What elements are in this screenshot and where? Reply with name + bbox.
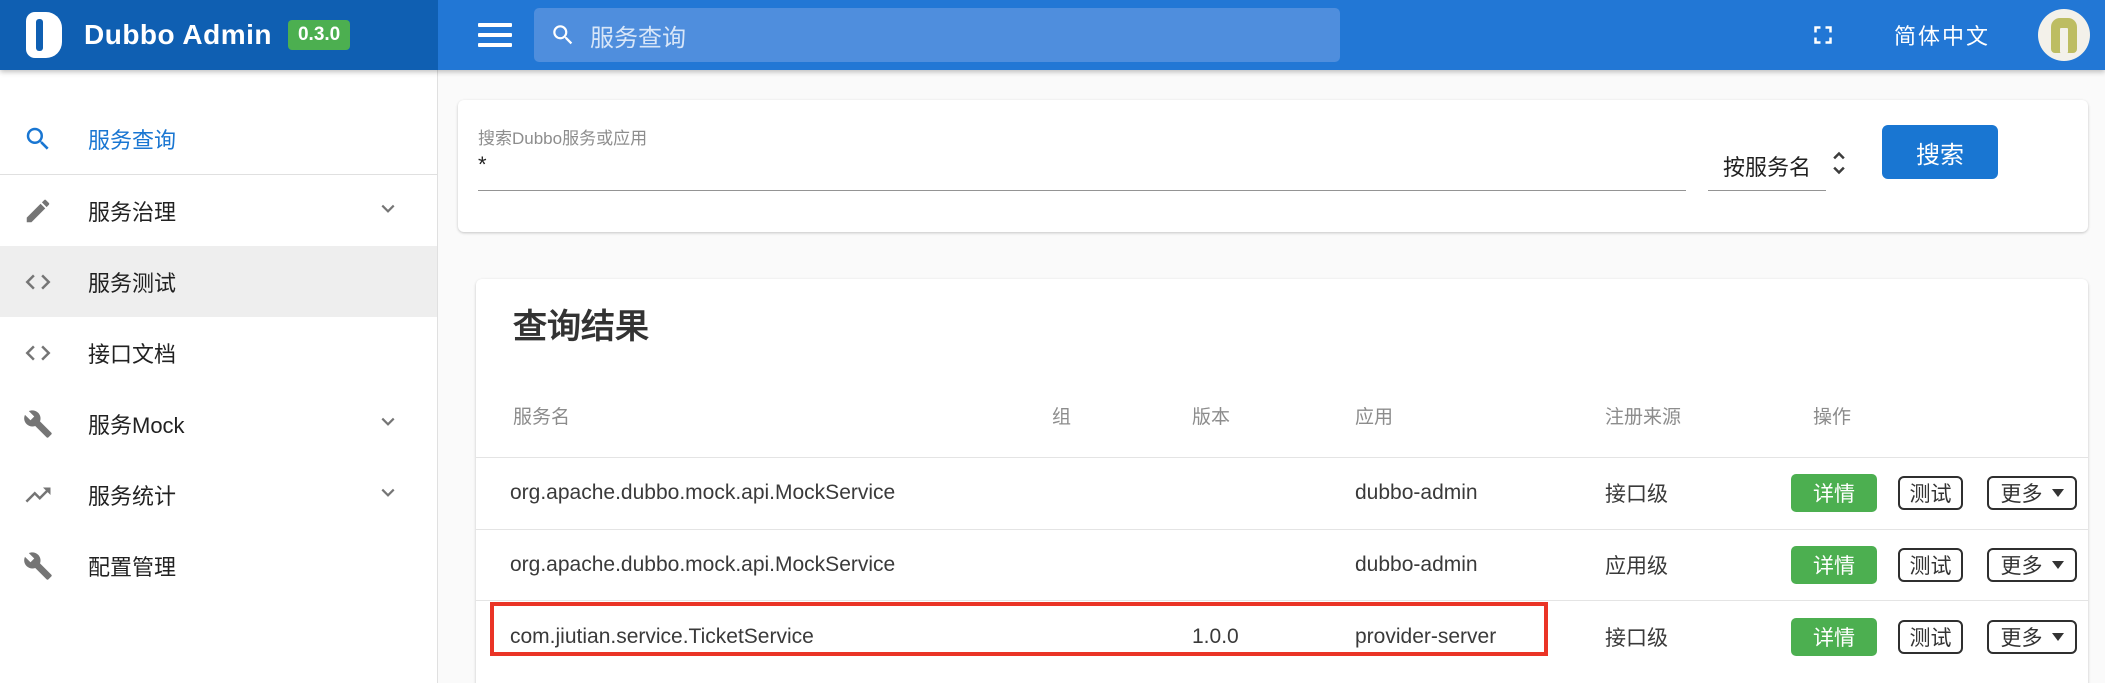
- search-input[interactable]: *: [478, 152, 487, 178]
- sidebar-item-label: 接口文档: [88, 337, 176, 369]
- search-field-label: 搜索Dubbo服务或应用: [478, 124, 647, 149]
- table-row: org.apache.dubbo.mock.api.MockService du…: [476, 529, 2088, 601]
- test-button[interactable]: 测试: [1898, 476, 1963, 510]
- table-row-highlighted: com.jiutian.service.TicketService 1.0.0 …: [476, 600, 2088, 672]
- dubbo-logo-icon: [26, 12, 62, 58]
- code-icon: [21, 265, 55, 299]
- column-header-actions: 操作: [1789, 402, 2088, 457]
- application-cell: provider-server: [1355, 625, 1605, 649]
- sidebar-item-api-docs[interactable]: 接口文档: [0, 317, 437, 388]
- results-title: 查询结果: [476, 279, 2088, 350]
- sidebar-item-label: 服务查询: [88, 123, 176, 155]
- main-content: 搜索Dubbo服务或应用 * 按服务名 搜索 查询结果 服务名 组 版本 应用 …: [438, 70, 2105, 683]
- chevron-down-icon: [375, 195, 401, 226]
- actions-cell: 详情 测试 更多: [1789, 546, 2088, 584]
- avatar[interactable]: [2038, 9, 2090, 61]
- wrench-icon: [21, 407, 55, 441]
- registry-source-cell: 接口级: [1605, 478, 1789, 508]
- search-icon: [21, 122, 55, 156]
- app-title: Dubbo Admin: [84, 19, 272, 51]
- caret-down-icon: [2052, 489, 2064, 497]
- sidebar-item-service-mock[interactable]: 服务Mock: [0, 388, 437, 459]
- detail-button[interactable]: 详情: [1791, 474, 1877, 512]
- sidebar-item-service-metrics[interactable]: 服务统计: [0, 459, 437, 530]
- actions-cell: 详情 测试 更多: [1789, 618, 2088, 656]
- test-button[interactable]: 测试: [1898, 548, 1963, 582]
- top-search-input[interactable]: 服务查询: [534, 8, 1340, 62]
- sidebar-item-service-governance[interactable]: 服务治理: [0, 175, 437, 246]
- application-cell: dubbo-admin: [1355, 553, 1605, 577]
- detail-button[interactable]: 详情: [1791, 546, 1877, 584]
- sidebar-item-label: 服务统计: [88, 479, 176, 511]
- language-switcher[interactable]: 简体中文: [1894, 19, 1990, 51]
- column-header-registry: 注册来源: [1605, 402, 1789, 457]
- menu-icon[interactable]: [478, 23, 512, 47]
- more-label: 更多: [2001, 622, 2043, 652]
- chevron-down-icon: [375, 479, 401, 510]
- caret-down-icon: [2052, 633, 2064, 641]
- sidebar-item-label: 服务测试: [88, 266, 176, 298]
- toolbar: 服务查询 简体中文: [438, 0, 2105, 70]
- actions-cell: 详情 测试 更多: [1789, 474, 2088, 512]
- sidebar-item-label: 服务治理: [88, 195, 176, 227]
- table-row: org.apache.dubbo.mock.api.MockService du…: [476, 457, 2088, 529]
- version-cell: 1.0.0: [1192, 625, 1355, 649]
- logo-area: Dubbo Admin 0.3.0: [0, 0, 438, 70]
- search-input-underline: [478, 190, 1686, 191]
- sidebar-item-label: 服务Mock: [88, 408, 185, 440]
- more-label: 更多: [2001, 478, 2043, 508]
- unfold-more-icon[interactable]: [1824, 146, 1854, 180]
- sidebar-item-service-search[interactable]: 服务查询: [0, 103, 437, 174]
- detail-button[interactable]: 详情: [1791, 618, 1877, 656]
- sidebar-item-label: 配置管理: [88, 550, 176, 582]
- app-bar: Dubbo Admin 0.3.0 服务查询 简体中文: [0, 0, 2105, 70]
- service-name-cell: org.apache.dubbo.mock.api.MockService: [476, 481, 1052, 505]
- column-header-app: 应用: [1355, 402, 1605, 457]
- sidebar-item-service-test[interactable]: 服务测试: [0, 246, 437, 317]
- results-panel: 查询结果 服务名 组 版本 应用 注册来源 操作 org.apache.dubb…: [476, 279, 2088, 683]
- chevron-down-icon: [375, 408, 401, 439]
- registry-source-cell: 应用级: [1605, 550, 1789, 580]
- fullscreen-icon[interactable]: [1808, 20, 1838, 50]
- wrench-icon: [21, 549, 55, 583]
- service-name-cell: org.apache.dubbo.mock.api.MockService: [476, 553, 1052, 577]
- pencil-icon: [21, 194, 55, 228]
- registry-source-cell: 接口级: [1605, 622, 1789, 652]
- trending-icon: [21, 478, 55, 512]
- column-header-group: 组: [1052, 402, 1192, 457]
- sidebar: 服务查询 服务治理 服务测试 接口文档: [0, 70, 438, 683]
- more-dropdown-button[interactable]: 更多: [1987, 548, 2077, 582]
- service-name-cell: com.jiutian.service.TicketService: [476, 625, 1052, 649]
- caret-down-icon: [2052, 561, 2064, 569]
- table-header-row: 服务名 组 版本 应用 注册来源 操作: [476, 350, 2088, 457]
- search-button[interactable]: 搜索: [1882, 125, 1998, 179]
- select-underline: [1708, 190, 1826, 191]
- column-header-version: 版本: [1192, 402, 1355, 457]
- version-badge: 0.3.0: [288, 20, 350, 50]
- more-dropdown-button[interactable]: 更多: [1987, 476, 2077, 510]
- top-search-placeholder: 服务查询: [590, 18, 686, 53]
- sidebar-item-config-management[interactable]: 配置管理: [0, 530, 437, 601]
- code-icon: [21, 336, 55, 370]
- search-icon: [550, 22, 576, 48]
- search-type-select[interactable]: 按服务名: [1708, 150, 1826, 182]
- test-button[interactable]: 测试: [1898, 620, 1963, 654]
- more-label: 更多: [2001, 550, 2043, 580]
- column-header-service: 服务名: [476, 402, 1052, 457]
- application-cell: dubbo-admin: [1355, 481, 1605, 505]
- more-dropdown-button[interactable]: 更多: [1987, 620, 2077, 654]
- search-panel: 搜索Dubbo服务或应用 * 按服务名 搜索: [458, 100, 2088, 232]
